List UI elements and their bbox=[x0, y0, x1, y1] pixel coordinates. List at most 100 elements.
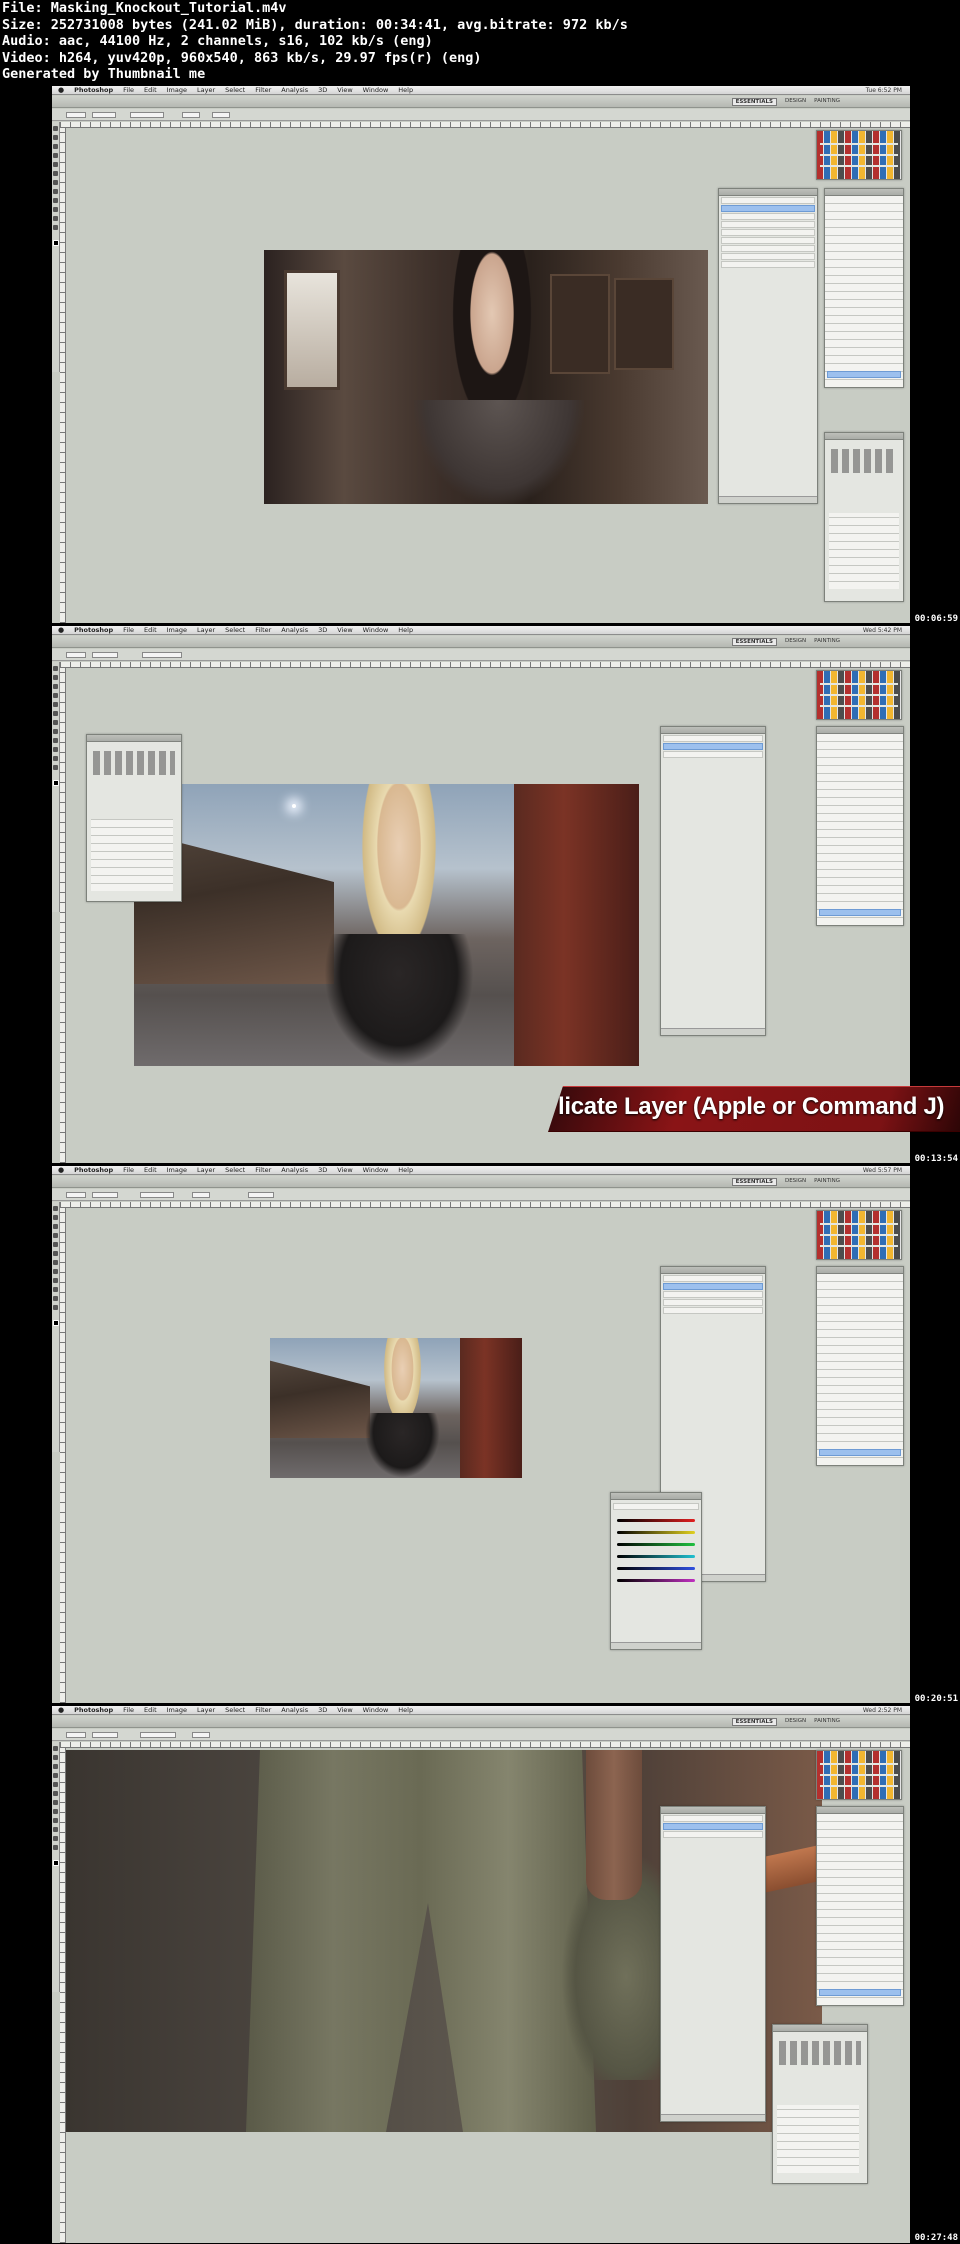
menu-file[interactable]: File bbox=[123, 86, 134, 94]
tool-preset-picker[interactable] bbox=[66, 1732, 86, 1738]
app-name[interactable]: Photoshop bbox=[74, 626, 113, 634]
menu-help[interactable]: Help bbox=[398, 86, 413, 94]
layer-row[interactable] bbox=[721, 229, 815, 236]
flow-field[interactable] bbox=[212, 112, 230, 118]
tool-preset-picker[interactable] bbox=[66, 652, 86, 658]
history-state-selected[interactable] bbox=[827, 371, 901, 378]
menu-analysis[interactable]: Analysis bbox=[281, 1166, 308, 1174]
swatches-panel[interactable] bbox=[816, 1750, 902, 1800]
menu-view[interactable]: View bbox=[337, 626, 352, 634]
layer-row-selected[interactable] bbox=[663, 1283, 763, 1290]
history-panel-tab[interactable] bbox=[817, 727, 903, 734]
lasso-tool-icon[interactable] bbox=[53, 1224, 58, 1229]
menu-window[interactable]: Window bbox=[363, 1166, 389, 1174]
menu-filter[interactable]: Filter bbox=[255, 626, 271, 634]
wand-tool-icon[interactable] bbox=[53, 1233, 58, 1238]
opacity-field[interactable] bbox=[182, 112, 200, 118]
menu-edit[interactable]: Edit bbox=[144, 626, 157, 634]
menu-layer[interactable]: Layer bbox=[197, 1706, 215, 1714]
move-tool-icon[interactable] bbox=[53, 1206, 58, 1211]
history-panel[interactable] bbox=[816, 1266, 904, 1466]
layer-row-background[interactable] bbox=[663, 1307, 763, 1314]
layers-panel[interactable] bbox=[660, 726, 766, 1036]
history-panel-tab[interactable] bbox=[817, 1807, 903, 1814]
menu-image[interactable]: Image bbox=[167, 626, 187, 634]
yellows-slider[interactable] bbox=[617, 1531, 695, 1534]
crop-tool-icon[interactable] bbox=[53, 1782, 58, 1787]
adjustment-icons[interactable] bbox=[93, 751, 175, 775]
layer-row[interactable] bbox=[663, 1299, 763, 1306]
cyans-slider[interactable] bbox=[617, 1555, 695, 1558]
brush-size-field[interactable] bbox=[92, 112, 116, 118]
menu-image[interactable]: Image bbox=[167, 1706, 187, 1714]
workspace-essentials[interactable]: ESSENTIALS bbox=[731, 638, 777, 646]
layers-panel-tab[interactable] bbox=[661, 1807, 765, 1814]
menu-layer[interactable]: Layer bbox=[197, 86, 215, 94]
menu-view[interactable]: View bbox=[337, 86, 352, 94]
menu-analysis[interactable]: Analysis bbox=[281, 626, 308, 634]
adjustments-panel-footer[interactable] bbox=[611, 1642, 701, 1649]
crop-tool-icon[interactable] bbox=[53, 1242, 58, 1247]
adjustments-panel-tab[interactable] bbox=[773, 2025, 867, 2032]
lasso-tool-icon[interactable] bbox=[53, 144, 58, 149]
workspace-design[interactable]: DESIGN bbox=[785, 1718, 806, 1726]
menu-filter[interactable]: Filter bbox=[255, 1166, 271, 1174]
foreground-color-swatch[interactable] bbox=[53, 1320, 59, 1326]
type-tool-icon[interactable] bbox=[53, 216, 58, 221]
adjustments-panel-tab[interactable] bbox=[825, 433, 903, 440]
gradient-tool-icon[interactable] bbox=[53, 747, 58, 752]
adjustment-presets-list[interactable] bbox=[777, 2105, 859, 2173]
menu-analysis[interactable]: Analysis bbox=[281, 1706, 308, 1714]
layers-panel[interactable] bbox=[660, 1806, 766, 2122]
workspace-essentials[interactable]: ESSENTIALS bbox=[731, 98, 777, 106]
menu-select[interactable]: Select bbox=[225, 1706, 245, 1714]
workspace-painting[interactable]: PAINTING bbox=[814, 98, 840, 106]
workspace-design[interactable]: DESIGN bbox=[785, 1178, 806, 1186]
marquee-tool-icon[interactable] bbox=[53, 675, 58, 680]
wand-tool-icon[interactable] bbox=[53, 693, 58, 698]
sample-size-select[interactable] bbox=[92, 652, 118, 658]
magentas-slider[interactable] bbox=[617, 1579, 695, 1582]
brush-tool-icon[interactable] bbox=[53, 1800, 58, 1805]
workspace-design[interactable]: DESIGN bbox=[785, 98, 806, 106]
menu-window[interactable]: Window bbox=[363, 626, 389, 634]
layer-row-selected[interactable] bbox=[721, 205, 815, 212]
crop-tool-icon[interactable] bbox=[53, 162, 58, 167]
history-state-selected[interactable] bbox=[819, 909, 901, 916]
apple-icon[interactable]: ● bbox=[58, 86, 64, 94]
eraser-tool-icon[interactable] bbox=[53, 189, 58, 194]
foreground-color-swatch[interactable] bbox=[53, 1860, 59, 1866]
blues-slider[interactable] bbox=[617, 1567, 695, 1570]
tools-panel[interactable] bbox=[52, 122, 60, 372]
menu-select[interactable]: Select bbox=[225, 1166, 245, 1174]
foreground-color-swatch[interactable] bbox=[53, 780, 59, 786]
blend-mode-row[interactable] bbox=[663, 1815, 763, 1822]
canvas-document-asian-woman[interactable] bbox=[264, 250, 708, 504]
apple-icon[interactable]: ● bbox=[58, 626, 64, 634]
flow-field[interactable] bbox=[248, 1192, 274, 1198]
pen-tool-icon[interactable] bbox=[53, 1836, 58, 1841]
workspace-essentials[interactable]: ESSENTIALS bbox=[731, 1178, 777, 1186]
app-name[interactable]: Photoshop bbox=[74, 1166, 113, 1174]
canvas-document-blonde-woman-small[interactable] bbox=[270, 1338, 522, 1478]
foreground-color-swatch[interactable] bbox=[53, 240, 59, 246]
swatches-panel[interactable] bbox=[816, 1210, 902, 1260]
eyedropper-tool-icon[interactable] bbox=[53, 1791, 58, 1796]
menu-view[interactable]: View bbox=[337, 1166, 352, 1174]
menu-image[interactable]: Image bbox=[167, 1166, 187, 1174]
menu-view[interactable]: View bbox=[337, 1706, 352, 1714]
menu-edit[interactable]: Edit bbox=[144, 1706, 157, 1714]
menu-3d[interactable]: 3D bbox=[318, 1166, 327, 1174]
stamp-tool-icon[interactable] bbox=[53, 729, 58, 734]
app-name[interactable]: Photoshop bbox=[74, 1706, 113, 1714]
menu-help[interactable]: Help bbox=[398, 626, 413, 634]
move-tool-icon[interactable] bbox=[53, 1746, 58, 1751]
lasso-tool-icon[interactable] bbox=[53, 684, 58, 689]
layer-row-background[interactable] bbox=[663, 751, 763, 758]
layer-row-background[interactable] bbox=[721, 261, 815, 268]
layers-panel-tab[interactable] bbox=[661, 1267, 765, 1274]
layers-panel-tab[interactable] bbox=[719, 189, 817, 196]
workspace-painting[interactable]: PAINTING bbox=[814, 1178, 840, 1186]
brush-tool-icon[interactable] bbox=[53, 171, 58, 176]
layer-row[interactable] bbox=[721, 213, 815, 220]
